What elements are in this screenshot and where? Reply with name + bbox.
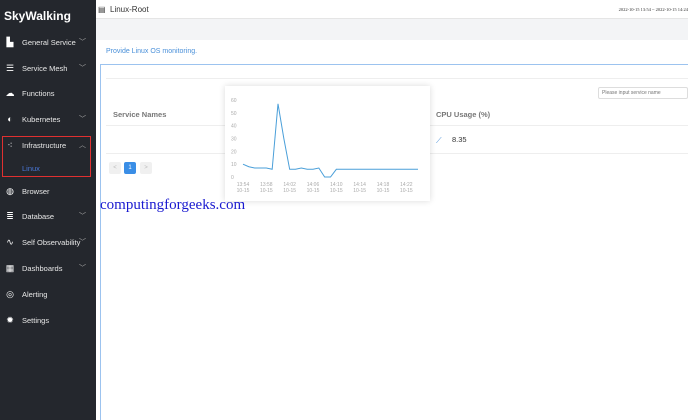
self-icon: ∿	[6, 237, 14, 247]
cpu-value: 8.35	[452, 135, 467, 144]
sidebar-subitem-linux[interactable]: Linux	[22, 164, 40, 173]
column-header-service-names: Service Names	[113, 110, 167, 119]
sidebar-item-service-mesh[interactable]: ☰ Service Mesh ﹀	[0, 58, 96, 78]
sidebar-item-alerting[interactable]: ◎ Alerting	[0, 284, 96, 304]
search-input[interactable]	[598, 87, 688, 99]
y-tick-label: 30	[231, 137, 237, 143]
divider	[106, 78, 688, 79]
chevron-down-icon: ﹀	[79, 116, 86, 123]
chevron-down-icon: ﹀	[79, 213, 86, 220]
y-tick-label: 20	[231, 149, 237, 155]
x-tick-date: 10-15	[377, 188, 390, 194]
sidebar-item-label: Functions	[22, 88, 55, 98]
chart-tooltip-popup: 0 10 20 30 40 50 60 13:54 10-15 13:58 10-15 14:02 10…	[225, 86, 430, 201]
chevron-down-icon: ﹀	[79, 265, 86, 272]
page-1-button[interactable]: 1	[124, 162, 136, 174]
column-header-cpu-usage: CPU Usage (%)	[436, 110, 491, 119]
sidebar-item-label: Self Observability	[22, 237, 81, 247]
sidebar-item-label: Kubernetes	[22, 114, 61, 124]
dashboard-icon: ▤	[98, 5, 106, 14]
x-tick-date: 10-15	[283, 188, 296, 194]
sidebar: SkyWalking ▙ General Service ﹀ ☰ Service Mes…	[0, 0, 96, 420]
sidebar-item-label: Dashboards	[22, 263, 63, 273]
sidebar-item-database[interactable]: ≣ Database ﹀	[0, 206, 96, 226]
watermark: computingforgeeks.com	[100, 197, 246, 213]
time-range[interactable]: 2022-10-15 13:54 ~ 2022-10-15 14:24	[619, 7, 688, 12]
alert-icon: ◎	[6, 289, 14, 299]
sidebar-item-label: General Service	[22, 37, 76, 47]
x-tick-date: 10-15	[237, 188, 250, 194]
database-icon: ≣	[6, 211, 14, 221]
header: ▤ Linux-Root 2022-10-15 13:54 ~ 2022-10-…	[96, 0, 688, 19]
chevron-down-icon: ﹀	[79, 65, 86, 72]
logo: SkyWalking	[4, 9, 71, 23]
sidebar-item-kubernetes[interactable]: ◐ Kubernetes ﹀	[0, 109, 96, 129]
toolbar-band	[96, 19, 688, 40]
sidebar-item-general-service[interactable]: ▙ General Service ﹀	[0, 32, 96, 52]
prev-page-button[interactable]: <	[109, 162, 121, 174]
y-tick-label: 40	[231, 124, 237, 130]
sidebar-item-label: Settings	[22, 315, 50, 325]
bar-chart-icon: ▙	[6, 37, 14, 47]
cloud-icon: ☁	[5, 88, 15, 98]
sidebar-item-functions[interactable]: ☁ Functions	[0, 83, 96, 103]
sidebar-item-label: Browser	[22, 186, 50, 196]
sidebar-item-settings[interactable]: ✹ Settings	[0, 310, 96, 330]
cpu-line-chart: 010203040506013:5410-1513:5810-1514:0210…	[231, 98, 419, 194]
sidebar-item-label: Service Mesh	[22, 63, 68, 73]
x-tick-date: 10-15	[260, 188, 273, 194]
description: Provide Linux OS monitoring.	[106, 48, 198, 55]
sidebar-item-label: Database	[22, 211, 55, 221]
sidebar-item-label: Alerting	[22, 289, 48, 299]
cpu-series-line	[242, 103, 418, 178]
gear-icon: ✹	[6, 315, 14, 325]
sidebar-item-self-observability[interactable]: ∿ Self Observability ﹀	[0, 232, 96, 252]
mesh-icon: ☰	[5, 63, 15, 73]
page-title: Linux-Root	[110, 5, 149, 14]
sidebar-item-dashboards[interactable]: ▦ Dashboards ﹀	[0, 258, 96, 278]
y-tick-label: 60	[231, 98, 237, 104]
y-tick-label: 0	[231, 175, 234, 181]
globe-icon: ◍	[6, 186, 14, 196]
chevron-down-icon: ﹀	[79, 239, 86, 246]
kubernetes-icon: ◐	[7, 114, 13, 124]
x-tick-date: 10-15	[307, 188, 320, 194]
chevron-down-icon: ﹀	[79, 39, 86, 46]
x-tick-date: 10-15	[400, 188, 413, 194]
y-tick-label: 10	[231, 162, 237, 168]
highlight-box	[2, 136, 91, 177]
x-tick-date: 10-15	[330, 188, 343, 194]
x-tick-date: 10-15	[353, 188, 366, 194]
dashboard-icon: ▦	[5, 263, 15, 273]
y-tick-label: 50	[231, 111, 237, 117]
next-page-button[interactable]: >	[140, 162, 152, 174]
sidebar-item-browser[interactable]: ◍ Browser	[0, 181, 96, 201]
sparkline-icon[interactable]: ⟋	[436, 136, 442, 146]
